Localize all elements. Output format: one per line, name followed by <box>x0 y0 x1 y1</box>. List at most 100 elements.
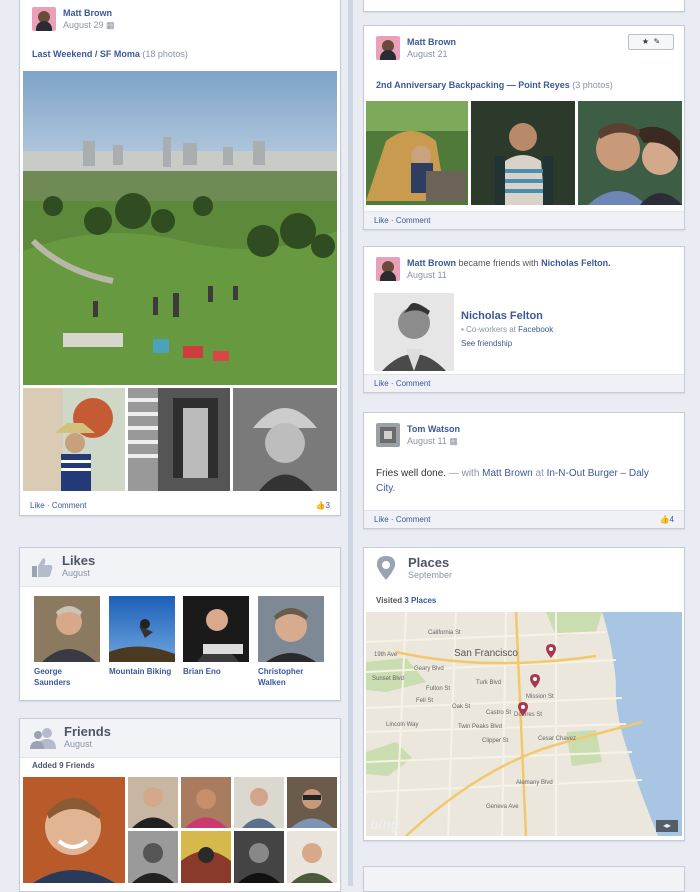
like-name[interactable]: Mountain Biking <box>109 666 175 677</box>
section-title[interactable]: Places <box>408 556 452 569</box>
map-marker-icon[interactable] <box>546 644 556 658</box>
chevron-right-icon[interactable]: ▸ <box>667 821 671 830</box>
album-main-photo[interactable] <box>23 71 337 385</box>
album-title[interactable]: 2nd Anniversary Backpacking — Point Reye… <box>376 80 570 90</box>
friends-icon <box>30 727 56 749</box>
album-photo[interactable] <box>366 101 468 205</box>
avatar[interactable] <box>376 423 400 447</box>
friend-photo-large[interactable] <box>23 777 125 883</box>
like-thumbnail[interactable] <box>258 596 324 662</box>
like-link[interactable]: Like <box>30 501 45 510</box>
album-count: (18 photos) <box>142 49 188 59</box>
friend-thumbnail[interactable] <box>181 777 231 828</box>
map-label: Geary Blvd <box>414 666 444 672</box>
post-header: Matt Brown August 21 <box>376 36 456 60</box>
avatar[interactable] <box>376 36 400 60</box>
map-label: Geneva Ave <box>486 804 519 810</box>
tagged-friend-link[interactable]: Matt Brown <box>482 468 533 479</box>
avatar[interactable] <box>32 7 56 31</box>
album-title[interactable]: Last Weekend / SF Moma <box>32 49 140 59</box>
like-count[interactable]: 👍3 <box>316 497 330 515</box>
friend-thumbnail[interactable] <box>234 831 284 883</box>
post-message: Fries well done. — with Matt Brown at In… <box>376 468 649 494</box>
likes-box: Likes August George Saunders Mountain Bi… <box>19 547 341 701</box>
post-date[interactable]: August 11 <box>407 436 447 446</box>
friend-thumbnail[interactable] <box>234 777 284 828</box>
privacy-icon[interactable]: ▦ <box>449 436 458 446</box>
likes-header: Likes August <box>20 548 340 587</box>
like-thumbnail[interactable] <box>34 596 100 662</box>
section-title[interactable]: Likes <box>62 554 95 567</box>
album-photo[interactable] <box>578 101 682 205</box>
post-date[interactable]: August 29 <box>63 20 104 30</box>
like-item[interactable]: Brian Eno <box>183 596 249 677</box>
friend-thumbnail[interactable] <box>128 831 178 883</box>
map-label: Oak St <box>452 704 471 710</box>
employer-link[interactable]: Facebook <box>518 325 553 334</box>
map-navigation[interactable]: ◂▸ <box>656 820 678 832</box>
author-name[interactable]: Tom Watson <box>407 423 460 435</box>
map-label: Fell St <box>416 698 434 704</box>
story-controls[interactable]: ★ ✎ <box>628 34 674 50</box>
like-link[interactable]: Like <box>374 216 389 225</box>
map-label: Alemany Blvd <box>516 780 553 786</box>
album-thumbnail[interactable] <box>23 388 125 491</box>
friend-thumbnail[interactable] <box>181 831 231 883</box>
album-photo[interactable] <box>471 101 575 205</box>
map-pin-icon <box>376 556 396 580</box>
friend-name[interactable]: Nicholas Felton <box>461 309 553 323</box>
like-name[interactable]: Brian Eno <box>183 666 249 677</box>
comment-link[interactable]: Comment <box>396 379 431 388</box>
author-name[interactable]: Matt Brown <box>63 7 115 19</box>
friend-thumbnail[interactable] <box>287 777 337 828</box>
comment-link[interactable]: Comment <box>396 515 431 524</box>
places-map[interactable]: San Francisco California St Geary Blvd T… <box>366 612 682 836</box>
like-item[interactable]: Mountain Biking <box>109 596 175 677</box>
star-icon[interactable]: ★ <box>642 37 649 46</box>
like-link[interactable]: Like <box>374 379 389 388</box>
map-label: Cesar Chavez <box>538 736 577 742</box>
like-thumbnail[interactable] <box>109 596 175 662</box>
friend-thumbnail[interactable] <box>287 831 337 883</box>
friend-thumbnail[interactable] <box>128 777 178 828</box>
privacy-icon[interactable]: ▦ <box>106 20 115 30</box>
briefcase-icon: ▪ <box>461 325 464 334</box>
like-count[interactable]: 👍4 <box>660 511 674 528</box>
post-date[interactable]: August 11 <box>407 269 611 281</box>
map-label: Lincoln Way <box>386 722 419 728</box>
friend-link[interactable]: Nicholas Felton. <box>541 258 611 268</box>
comment-link[interactable]: Comment <box>396 216 431 225</box>
post-header: Matt Brown became friends with Nicholas … <box>376 257 611 281</box>
like-item[interactable]: Christopher Walken <box>258 596 324 688</box>
post-actions: Like · Comment 👍4 <box>364 510 684 528</box>
album-count: (3 photos) <box>572 80 613 90</box>
map-marker-icon[interactable] <box>518 702 528 716</box>
friend-photo[interactable] <box>374 293 454 371</box>
like-name[interactable]: George Saunders <box>34 666 100 688</box>
pencil-icon[interactable]: ✎ <box>653 37 660 46</box>
author-name[interactable]: Matt Brown <box>407 36 456 48</box>
post-date[interactable]: August 21 <box>407 48 456 60</box>
map-label: 19th Ave <box>374 652 398 658</box>
like-name[interactable]: Christopher Walken <box>258 666 324 688</box>
map-marker-icon[interactable] <box>530 674 540 688</box>
avatar[interactable] <box>376 257 400 281</box>
comment-link[interactable]: Comment <box>52 501 87 510</box>
post-actions: Like · Comment 👍3 <box>20 497 340 515</box>
see-friendship-link[interactable]: See friendship <box>461 337 553 351</box>
album-thumbnail[interactable] <box>233 388 337 491</box>
section-title[interactable]: Friends <box>64 725 111 738</box>
places-count-link[interactable]: 3 Places <box>404 596 436 605</box>
author-name[interactable]: Matt Brown <box>407 258 456 268</box>
album-thumbnail[interactable] <box>128 388 230 491</box>
thumbs-up-icon: 👍 <box>315 501 326 510</box>
like-link[interactable]: Like <box>374 515 389 524</box>
like-thumbnail[interactable] <box>183 596 249 662</box>
status-text: Fries well done. <box>376 468 447 479</box>
album-post-right: Matt Brown August 21 ★ ✎ 2nd Anniversary… <box>363 25 685 230</box>
section-subtitle: August <box>62 568 91 578</box>
friends-header: Friends August <box>20 719 340 758</box>
section-subtitle: September <box>408 570 453 580</box>
map-label: Fulton St <box>426 686 451 692</box>
like-item[interactable]: George Saunders <box>34 596 100 688</box>
